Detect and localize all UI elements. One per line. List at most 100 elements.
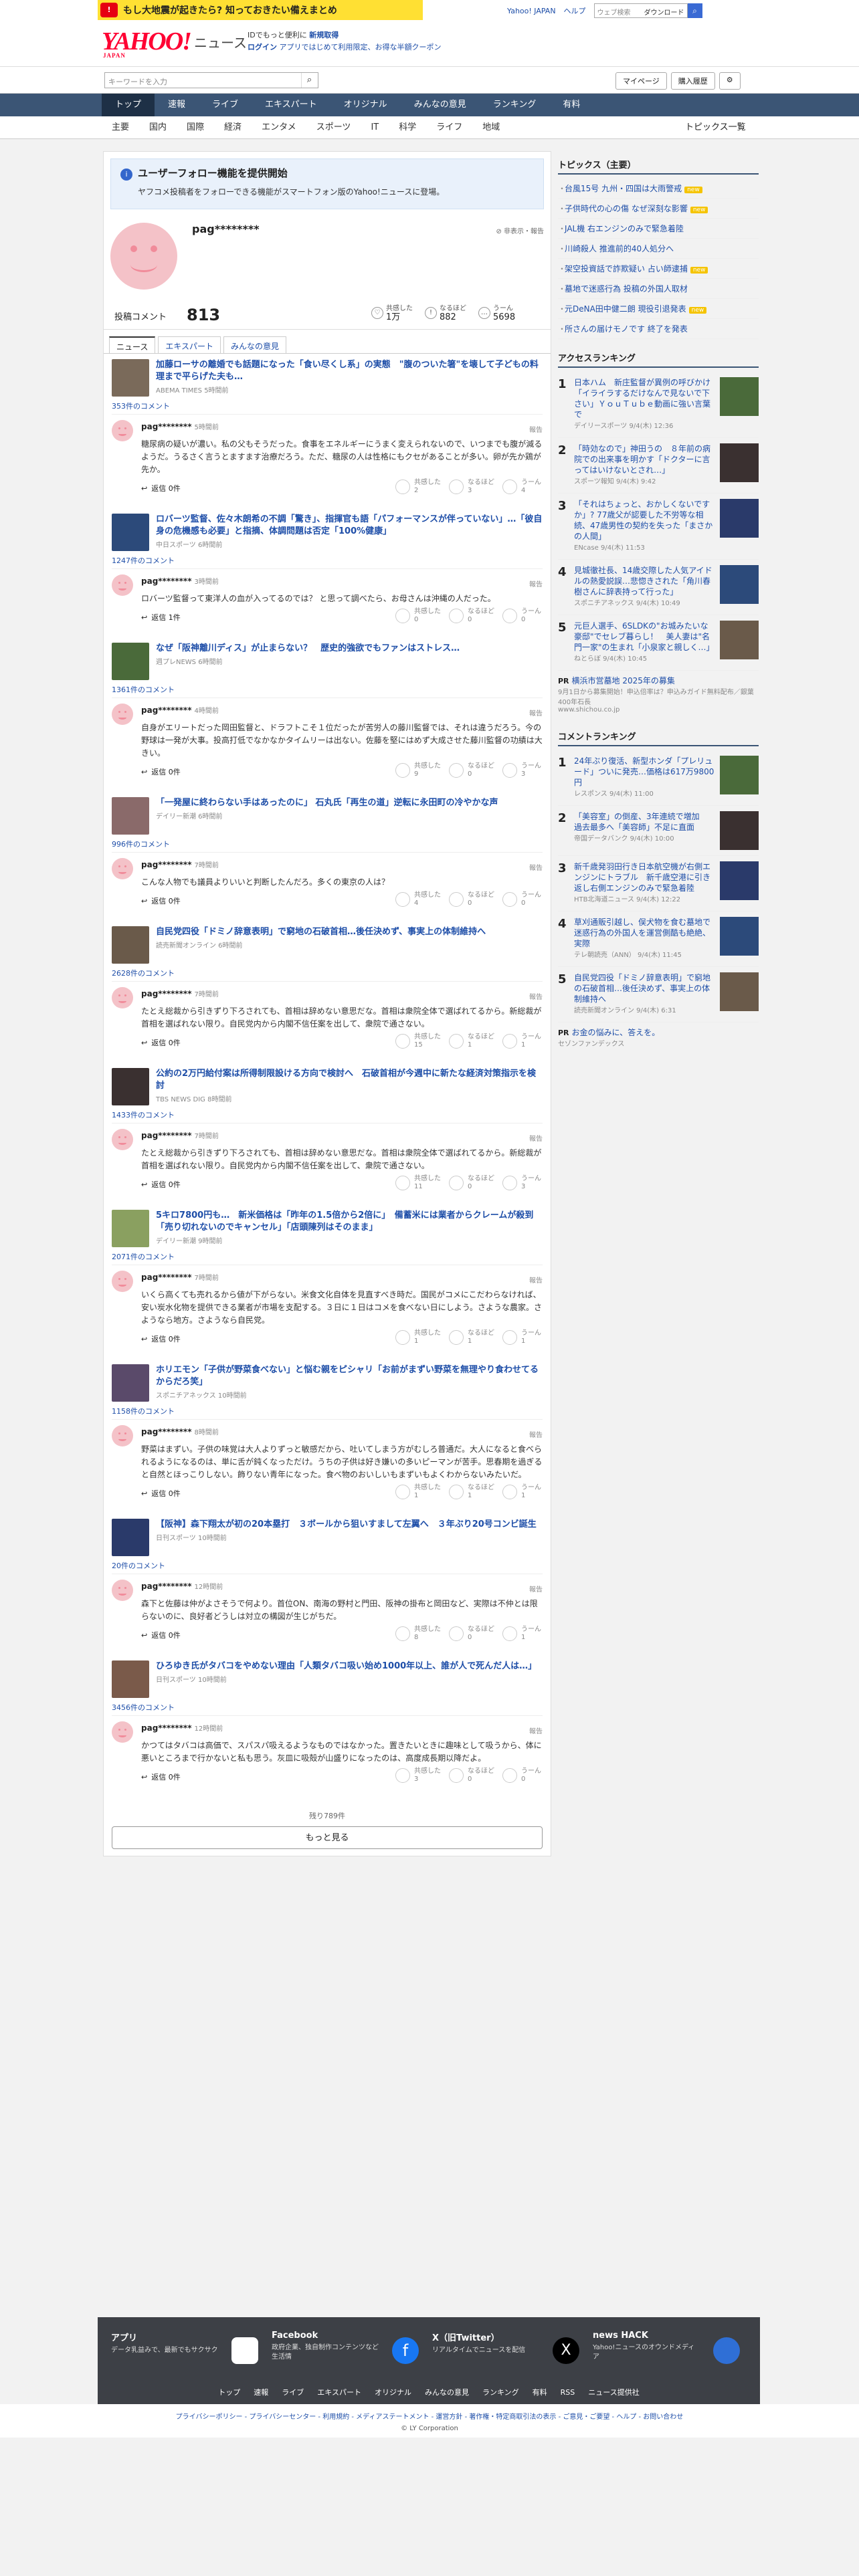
- reaction-0[interactable]: 共感した 1: [395, 1484, 441, 1500]
- article-title[interactable]: 加藤ローサの離婚でも話題になった「食い尽くし系」の実態 "腹のついた箸"を壊して…: [156, 359, 543, 383]
- footer-link[interactable]: みんなの意見: [425, 2388, 469, 2397]
- topic-item[interactable]: 元DeNA田中健二朗 現役引退発表new: [558, 299, 759, 319]
- nav-live[interactable]: ライブ: [199, 94, 252, 116]
- reaction-0[interactable]: 共感した 8: [395, 1626, 441, 1642]
- footer-facebook[interactable]: Facebook 政府企業、独自制作コンテンツなど生活情 f: [272, 2331, 419, 2364]
- tab-expert[interactable]: エキスパート: [158, 336, 221, 353]
- article-thumbnail[interactable]: [112, 797, 149, 835]
- article-thumbnail[interactable]: [112, 1364, 149, 1402]
- reaction-1[interactable]: なるほど 0: [449, 1175, 494, 1191]
- news-service-name[interactable]: ニュース: [194, 32, 247, 51]
- topics-list-link[interactable]: トピックス一覧: [685, 116, 746, 139]
- article-thumbnail[interactable]: [112, 359, 149, 397]
- reaction-2[interactable]: うーん 1: [502, 1484, 541, 1500]
- report-link[interactable]: 報告: [529, 1725, 543, 1735]
- cat-sports[interactable]: スポーツ: [306, 116, 361, 139]
- yahoo-japan-link[interactable]: Yahoo! JAPAN: [507, 7, 556, 15]
- nav-expert[interactable]: エキスパート: [252, 94, 330, 116]
- reply-button[interactable]: 返信 0件: [141, 1630, 181, 1640]
- ranking-item[interactable]: 3 新千歳発羽田行き日本航空機が右側エンジンにトラブル 新千歳空港に引き返し右側エ…: [558, 856, 759, 911]
- report-link[interactable]: 報告: [529, 708, 543, 718]
- reaction-2[interactable]: うーん 0: [502, 891, 541, 907]
- article-title[interactable]: 自民党四役「ドミノ辞意表明」で窮地の石破首相…後任決めず、事実上の体制維持へ: [156, 926, 486, 938]
- reaction-2[interactable]: うーん 1: [502, 1626, 541, 1642]
- reaction-0[interactable]: 共感した 0: [395, 608, 441, 624]
- reaction-1[interactable]: なるほど 0: [449, 608, 494, 624]
- reaction-0[interactable]: 共感した 4: [395, 891, 441, 907]
- nav-breaking[interactable]: 速報: [155, 94, 199, 116]
- comment-count-link[interactable]: 353件のコメント: [112, 401, 543, 411]
- ranking-item[interactable]: 2 「美容室」の倒産、3年連続で増加 過去最多へ「美容師」不足に直面 帝国データバン…: [558, 806, 759, 856]
- footer-link[interactable]: RSS: [561, 2388, 575, 2397]
- topic-item[interactable]: JAL機 右エンジンのみで緊急着陸: [558, 219, 759, 239]
- hide-report-link[interactable]: ⊘ 非表示・報告: [496, 225, 544, 235]
- reaction-0[interactable]: 共感した 2: [395, 479, 441, 495]
- ranking-item[interactable]: 5 自民党四役「ドミノ辞意表明」で窮地の石破首相…後任決めず、事実上の体制維持へ読…: [558, 967, 759, 1023]
- comment-count-link[interactable]: 1158件のコメント: [112, 1406, 543, 1416]
- nav-top[interactable]: トップ: [102, 94, 155, 116]
- reaction-0[interactable]: 共感した 1: [395, 1329, 441, 1346]
- reply-button[interactable]: 返信 0件: [141, 1179, 181, 1190]
- footer-link[interactable]: トップ: [218, 2388, 240, 2397]
- article-thumbnail[interactable]: [112, 1068, 149, 1105]
- reply-button[interactable]: 返信 0件: [141, 1772, 181, 1782]
- report-link[interactable]: 報告: [529, 991, 543, 1001]
- reaction-1[interactable]: なるほど 0: [449, 1626, 494, 1642]
- comment-count-link[interactable]: 1247件のコメント: [112, 555, 543, 566]
- footer-app[interactable]: アプリ データ乳益みで、最新でもサクサク: [111, 2331, 258, 2364]
- search-icon[interactable]: ⌕: [687, 3, 702, 18]
- ranking-item[interactable]: 1 日本ハム 新庄監督が異例の呼びかけ「イライラするだけなんで見ないで下さい」Ｙｏ…: [558, 372, 759, 438]
- report-link[interactable]: 報告: [529, 1584, 543, 1594]
- pr-ad[interactable]: PR 横浜市営墓地 2025年の募集 9月1日から募集開始！申込倍率は？申込みガイド…: [558, 671, 759, 718]
- article-title[interactable]: ロバーツ監督、佐々木朗希の不調「驚き」、指揮官も語「パフォーマンスが伴っていない…: [156, 514, 543, 538]
- topic-item[interactable]: 架空投資話で詐欺疑い 占い師逮捕new: [558, 259, 759, 279]
- article-thumbnail[interactable]: [112, 1210, 149, 1247]
- cat-economy[interactable]: 経済: [214, 116, 252, 139]
- article-thumbnail[interactable]: [112, 1660, 149, 1698]
- pr-ad-2[interactable]: PR お金の悩みに、答えを。 セゾンファンデックス: [558, 1023, 759, 1052]
- article-title[interactable]: 公約の2万円給付案は所得制限設ける方向で検討へ 石破首相が今週中に新たな経済対策…: [156, 1068, 543, 1092]
- cat-world[interactable]: 国際: [177, 116, 214, 139]
- article-title[interactable]: 5キロ7800円も… 新米価格は「昨年の1.5倍から2倍に」 備蓄米には業者から…: [156, 1210, 543, 1234]
- comment-count-link[interactable]: 2071件のコメント: [112, 1251, 543, 1262]
- ranking-item[interactable]: 5 元巨人選手、6SLDKの"お城みたいな豪邸"でセレブ暮らし！ 美人妻は"名門一…: [558, 615, 759, 671]
- topic-item[interactable]: 墓地で迷惑行為 投稿の外国人取材: [558, 279, 759, 299]
- report-link[interactable]: 報告: [529, 424, 543, 434]
- ranking-item[interactable]: 3 「それはちょっと、おかしくないですか」? 77歳父が認要した不労等な相続、47…: [558, 494, 759, 560]
- gear-icon[interactable]: ⚙: [719, 72, 741, 90]
- footer-link[interactable]: ライブ: [282, 2388, 304, 2397]
- reaction-2[interactable]: うーん 1: [502, 1329, 541, 1346]
- help-link[interactable]: ヘルプ: [564, 5, 586, 16]
- reaction-2[interactable]: うーん 3: [502, 1175, 541, 1191]
- report-link[interactable]: 報告: [529, 1133, 543, 1143]
- report-link[interactable]: 報告: [529, 862, 543, 872]
- cat-local[interactable]: 地域: [472, 116, 510, 139]
- comment-count-link[interactable]: 3456件のコメント: [112, 1702, 543, 1713]
- disaster-banner[interactable]: ! もし大地震が起きたら? 知っておきたい備えまとめ: [98, 0, 423, 20]
- footer-link[interactable]: エキスパート: [317, 2388, 361, 2397]
- login-link[interactable]: ログイン: [248, 43, 277, 51]
- nav-ranking[interactable]: ランキング: [480, 94, 550, 116]
- follow-notice[interactable]: i ユーザーフォロー機能を提供開始 ヤフコメ投稿者をフォローできる機能がスマートフ…: [110, 158, 544, 209]
- reply-button[interactable]: 返信 1件: [141, 612, 181, 623]
- article-thumbnail[interactable]: [112, 514, 149, 551]
- nav-opinions[interactable]: みんなの意見: [401, 94, 480, 116]
- reaction-1[interactable]: なるほど 3: [449, 479, 494, 495]
- article-title[interactable]: 【阪神】森下翔太が初の20本塁打 ３ボールから狙いすまして左翼へ ３年ぶり20号…: [156, 1519, 537, 1531]
- comment-count-link[interactable]: 1361件のコメント: [112, 684, 543, 695]
- search-icon[interactable]: ⌕: [301, 73, 317, 88]
- reaction-2[interactable]: うーん 0: [502, 608, 541, 624]
- reaction-0[interactable]: 共感した 11: [395, 1175, 441, 1191]
- cat-domestic[interactable]: 国内: [139, 116, 177, 139]
- report-link[interactable]: 報告: [529, 1429, 543, 1439]
- nav-original[interactable]: オリジナル: [330, 94, 401, 116]
- reaction-1[interactable]: なるほど 0: [449, 1767, 494, 1784]
- reaction-0[interactable]: 共感した 3: [395, 1767, 441, 1784]
- reaction-1[interactable]: なるほど 1: [449, 1033, 494, 1049]
- article-title[interactable]: ひろゆき氏がタバコをやめない理由「人類タバコ吸い始め1000年以上、誰が人で死ん…: [156, 1660, 537, 1673]
- cat-science[interactable]: 科学: [389, 116, 426, 139]
- report-link[interactable]: 報告: [529, 1275, 543, 1285]
- topic-item[interactable]: 子供時代の心の傷 なぜ深刻な影響new: [558, 199, 759, 219]
- cat-main[interactable]: 主要: [102, 116, 139, 139]
- ranking-item[interactable]: 4 見城徹社長、14歳交際した人気アイドルの熱愛説誤…悲惚きされた「角川春樹さんに…: [558, 560, 759, 615]
